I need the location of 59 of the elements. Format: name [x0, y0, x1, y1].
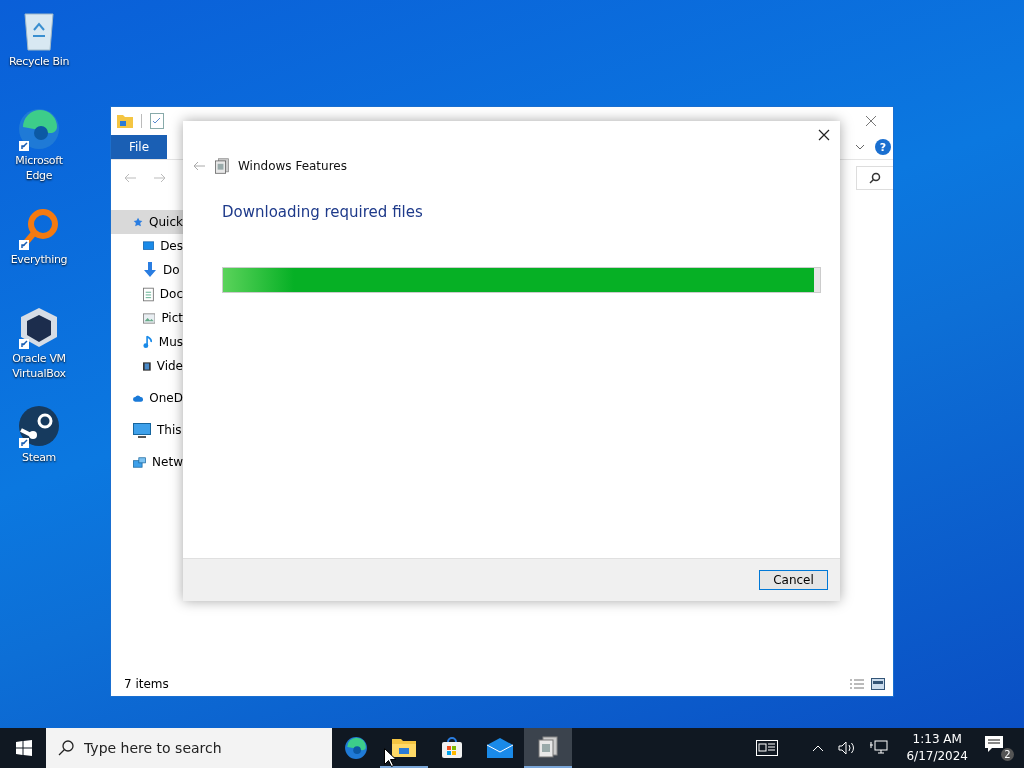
envelope-icon	[487, 738, 513, 758]
edge-icon	[344, 736, 368, 760]
dialog-heading: Downloading required files	[222, 203, 424, 221]
window-stack-icon	[214, 158, 230, 174]
notification-icon[interactable]	[984, 735, 1004, 753]
sidebar-item[interactable]: Netw	[111, 450, 183, 474]
sidebar-item[interactable]: Doc	[111, 282, 183, 306]
sidebar-item[interactable]: Des	[111, 234, 183, 258]
large-icons-view-icon[interactable]	[871, 678, 885, 690]
chevron-icon[interactable]	[855, 144, 865, 150]
desktop-icon-label[interactable]: Oracle VM VirtualBox	[2, 351, 76, 381]
folder-icon	[392, 737, 416, 757]
dialog-title: Windows Features	[238, 159, 347, 173]
desktop-icon	[143, 239, 155, 253]
sidebar-item[interactable]: Do	[111, 258, 183, 282]
speaker-icon[interactable]	[838, 741, 857, 755]
chevron-up-icon[interactable]	[812, 744, 825, 752]
folder-icon	[117, 114, 133, 128]
shopping-bag-icon	[441, 737, 463, 759]
download-icon	[143, 262, 157, 278]
desktop-icon-label[interactable]: Microsoft Edge	[2, 153, 76, 183]
mouse-pointer-icon	[384, 748, 396, 767]
cancel-button[interactable]: Cancel	[759, 570, 828, 590]
sidebar-item[interactable]: Quick	[111, 210, 183, 234]
steam-icon	[17, 404, 61, 448]
help-button[interactable]: ?	[875, 139, 891, 155]
file-tab[interactable]: File	[111, 135, 167, 159]
picture-icon	[143, 311, 156, 325]
music-note-icon	[143, 334, 153, 350]
sidebar-item[interactable]: Mus	[111, 330, 183, 354]
shortcut-arrow-icon	[19, 339, 29, 349]
sidebar-item[interactable]: Vide	[111, 354, 183, 378]
news-icon[interactable]	[756, 740, 779, 756]
search-field[interactable]: Type here to search	[46, 728, 332, 768]
network-icon	[133, 454, 147, 470]
search-icon	[869, 172, 881, 184]
document-icon	[143, 286, 154, 302]
sidebar-item[interactable]: Pict	[111, 306, 183, 330]
item-count: 7 items	[124, 677, 169, 691]
taskbar-app[interactable]	[524, 728, 572, 768]
sidebar-item[interactable]: OneD	[111, 386, 183, 410]
edge-icon	[17, 107, 61, 151]
close-icon[interactable]	[818, 129, 830, 141]
network-icon[interactable]	[870, 740, 889, 756]
notification-count: 2	[1001, 748, 1014, 761]
windows-logo-icon[interactable]	[16, 740, 32, 756]
desktop-icon-label[interactable]: Everything	[2, 252, 76, 267]
shortcut-arrow-icon	[19, 438, 29, 448]
shortcut-arrow-icon	[19, 141, 29, 151]
clock-time[interactable]: 1:13 AM	[912, 731, 962, 748]
desktop-icon-label[interactable]: Steam	[2, 450, 76, 465]
clock-date[interactable]: 6/17/2024	[906, 748, 968, 765]
monitor-icon	[133, 422, 151, 438]
search-field[interactable]	[856, 166, 893, 190]
sidebar-item[interactable]: This	[111, 418, 183, 442]
desktop-icon-label[interactable]: Recycle Bin	[2, 54, 76, 69]
shortcut-arrow-icon	[19, 240, 29, 250]
window-stack-icon	[537, 736, 559, 758]
checklist-icon[interactable]	[150, 113, 164, 129]
